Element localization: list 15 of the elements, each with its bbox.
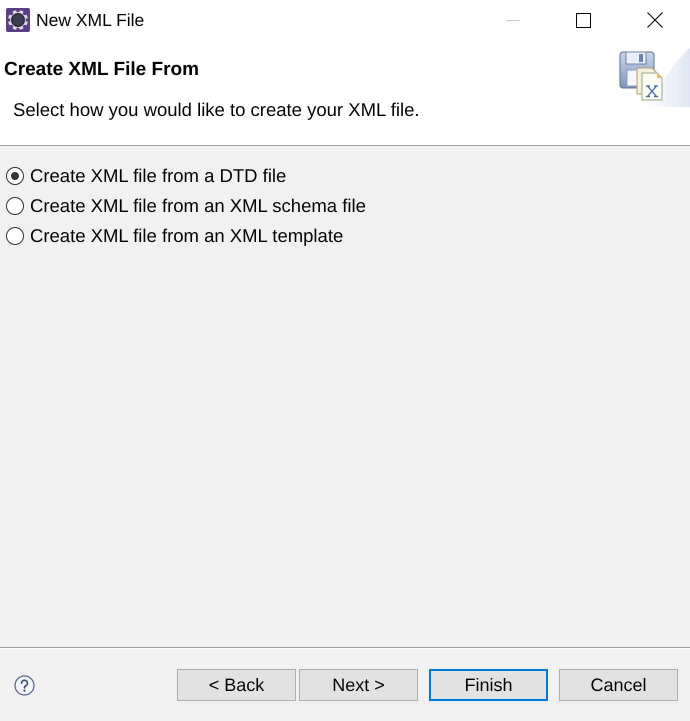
page-description: Select how you would like to create your XML file. [13,99,420,120]
window-title: New XML File [36,10,144,30]
dialog-button[interactable]: Cancel [559,669,678,701]
dialog-button[interactable]: < Back [177,669,296,701]
radio-option[interactable]: Create XML file from a DTD file [0,161,286,191]
dialog-button[interactable]: Next > [299,669,418,701]
gear-icon [6,8,30,32]
help-icon [14,674,35,696]
radio-option[interactable]: Create XML file from an XML schema file [0,191,366,221]
help-button[interactable] [14,674,35,696]
dialog-button[interactable]: Finish [429,669,548,701]
page-title: Create XML File From [4,59,199,81]
close-icon [646,12,662,28]
maximize-icon [576,12,591,28]
radio-option[interactable]: Create XML file from an XML template [0,221,344,251]
